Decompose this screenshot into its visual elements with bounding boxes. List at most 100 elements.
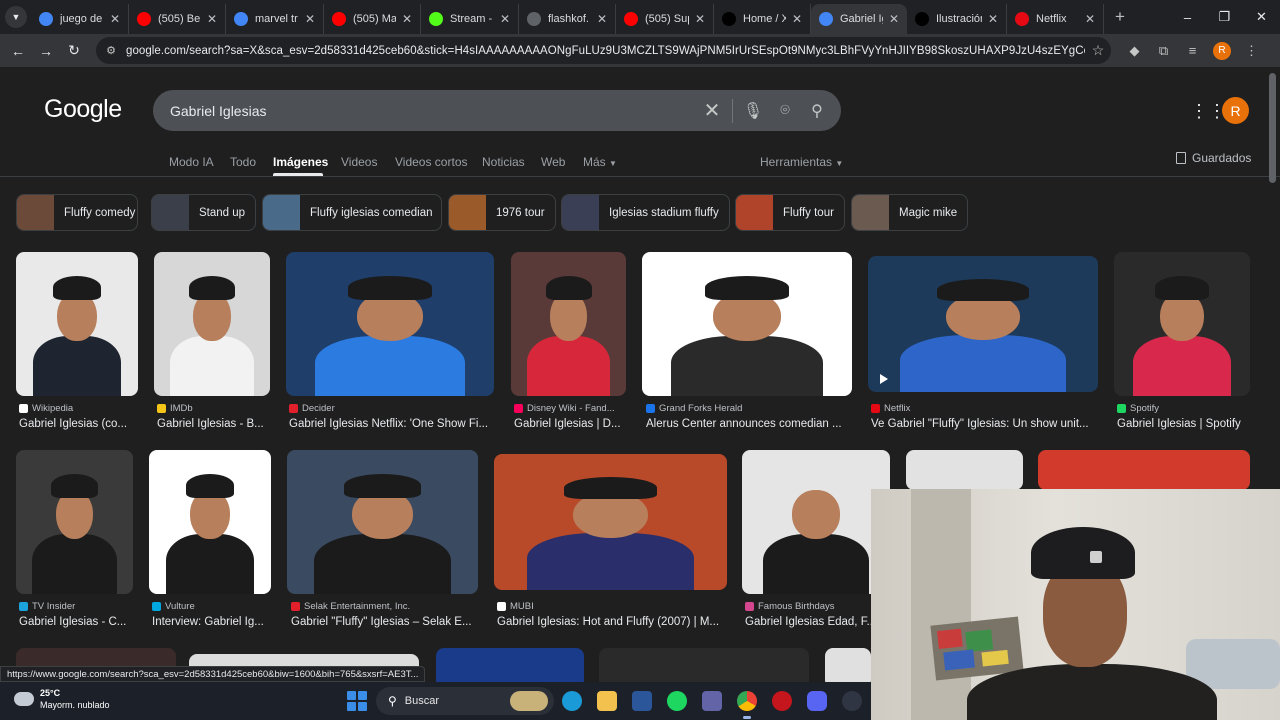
lens-icon[interactable]: ⌾ (769, 102, 801, 120)
close-tab-icon[interactable]: ✕ (108, 12, 122, 26)
tab-videos[interactable]: Videos (341, 155, 377, 169)
address-bar[interactable]: ⚙ google.com/search?sa=X&sca_esv=2d58331… (96, 37, 1111, 64)
result-title[interactable]: Gabriel "Fluffy" Iglesias – Selak E... (291, 616, 472, 628)
result-title[interactable]: Ve Gabriel "Fluffy" Iglesias: Un show un… (871, 418, 1089, 430)
result-source[interactable]: Selak Entertainment, Inc. (291, 601, 410, 612)
new-tab-button[interactable]: + (1108, 5, 1132, 29)
chrome-icon[interactable] (737, 691, 757, 719)
browser-tab[interactable]: Gabriel Ig ✕ (811, 4, 907, 34)
result-source[interactable]: Disney Wiki - Fand... (514, 403, 615, 414)
result-image-partial[interactable] (1038, 450, 1250, 490)
page-scrollbar[interactable] (1269, 73, 1276, 183)
profile-avatar[interactable]: R (1213, 41, 1231, 60)
browser-tab[interactable]: (505) Sup ✕ (616, 4, 714, 34)
account-avatar[interactable]: R (1222, 97, 1249, 124)
app-red-icon[interactable] (772, 691, 792, 711)
forward-icon[interactable]: → (32, 37, 60, 65)
browser-tab[interactable]: Netflix ✕ (1007, 4, 1104, 34)
discord-icon[interactable] (807, 691, 827, 711)
result-source[interactable]: IMDb (157, 403, 193, 414)
bookmark-star-icon[interactable]: ☆ (1085, 42, 1111, 59)
tab-videos-cortos[interactable]: Videos cortos (395, 155, 468, 169)
result-image[interactable] (16, 252, 138, 396)
result-source[interactable]: Grand Forks Herald (646, 403, 742, 414)
maximize-icon[interactable]: ❐ (1206, 0, 1243, 34)
result-image[interactable] (149, 450, 271, 594)
result-title[interactable]: Alerus Center announces comedian ... (646, 418, 842, 430)
close-tab-icon[interactable]: ✕ (303, 12, 317, 26)
result-source[interactable]: Spotify (1117, 403, 1159, 414)
result-title[interactable]: Interview: Gabriel Ig... (152, 616, 264, 628)
browser-tab[interactable]: Stream - ✕ (421, 4, 519, 34)
search-input[interactable]: Gabriel Iglesias (153, 103, 696, 119)
windows-start-icon[interactable] (347, 691, 367, 711)
taskbar-search[interactable]: ⚲ Buscar (376, 687, 554, 715)
related-chip[interactable]: Fluffy tour (735, 194, 845, 231)
close-tab-icon[interactable]: ✕ (693, 12, 707, 26)
browser-tab[interactable]: Ilustración ✕ (907, 4, 1007, 34)
browser-tab[interactable]: (505) Ben ✕ (129, 4, 226, 34)
close-tab-icon[interactable]: ✕ (498, 12, 512, 26)
teams-icon[interactable] (702, 691, 722, 711)
close-tab-icon[interactable]: ✕ (400, 12, 414, 26)
site-info-icon[interactable]: ⚙ (100, 40, 122, 62)
close-tab-icon[interactable]: ✕ (986, 12, 1000, 26)
minimize-icon[interactable]: – (1169, 0, 1206, 34)
result-image[interactable] (494, 454, 727, 590)
url-text[interactable]: google.com/search?sa=X&sca_esv=2d58331d4… (126, 45, 1085, 57)
browser-tab[interactable]: (505) Mar ✕ (324, 4, 421, 34)
tab-modo-ia[interactable]: Modo IA (169, 155, 214, 169)
result-image[interactable] (16, 450, 133, 594)
result-source[interactable]: Decider (289, 403, 335, 414)
browser-tab[interactable]: marvel tr ✕ (226, 4, 324, 34)
result-image[interactable] (742, 450, 890, 594)
media-control-icon[interactable]: ≡ (1178, 37, 1207, 64)
close-tab-icon[interactable]: ✕ (887, 12, 901, 26)
reload-icon[interactable]: ↻ (60, 37, 88, 65)
result-source[interactable]: Wikipedia (19, 403, 73, 414)
close-tab-icon[interactable]: ✕ (790, 12, 804, 26)
result-title[interactable]: Gabriel Iglesias | Spotify (1117, 418, 1241, 430)
related-chip[interactable]: Stand up (151, 194, 256, 231)
extensions-puzzle-icon[interactable]: ⧉ (1149, 37, 1178, 64)
result-title[interactable]: Gabriel Iglesias Netflix: 'One Show Fi..… (289, 418, 488, 430)
microphone-icon[interactable]: 🎙 (737, 101, 769, 121)
result-image[interactable] (511, 252, 626, 396)
menu-kebab-icon[interactable]: ⋮ (1237, 37, 1266, 64)
result-source[interactable]: Famous Birthdays (745, 601, 835, 612)
file-explorer-icon[interactable] (597, 691, 617, 711)
result-image[interactable] (1114, 252, 1250, 396)
result-title[interactable]: Gabriel Iglesias - B... (157, 418, 264, 430)
browser-tab[interactable]: flashkof. ✕ (519, 4, 616, 34)
close-tab-icon[interactable]: ✕ (1083, 12, 1097, 26)
search-bar[interactable]: Gabriel Iglesias ✕ 🎙 ⌾ ⚲ (153, 90, 841, 131)
related-chip[interactable]: Fluffy comedy (16, 194, 138, 231)
word-icon[interactable] (632, 691, 652, 711)
tab-mas[interactable]: Más ▼ (583, 155, 617, 169)
result-image[interactable] (286, 252, 494, 396)
google-logo[interactable]: Google (44, 95, 122, 124)
result-title[interactable]: Gabriel Iglesias - C... (19, 616, 126, 628)
clear-icon[interactable]: ✕ (696, 98, 728, 123)
tab-imagenes[interactable]: Imágenes (273, 155, 328, 169)
result-title[interactable]: Gabriel Iglesias Edad, F... (745, 616, 876, 628)
result-source[interactable]: Netflix (871, 403, 910, 414)
result-source[interactable]: TV Insider (19, 601, 75, 612)
browser-tab[interactable]: juego de ✕ (31, 4, 129, 34)
result-title[interactable]: Gabriel Iglesias | D... (514, 418, 621, 430)
result-source[interactable]: Vulture (152, 601, 195, 612)
saved-button[interactable]: Guardados (1176, 151, 1251, 165)
back-icon[interactable]: ← (4, 37, 32, 65)
result-source[interactable]: MUBI (497, 601, 534, 612)
browser-tab[interactable]: Home / X ✕ (714, 4, 811, 34)
tools-button[interactable]: Herramientas ▼ (760, 155, 843, 169)
result-title[interactable]: Gabriel Iglesias: Hot and Fluffy (2007) … (497, 616, 719, 628)
edge-icon[interactable] (562, 691, 582, 711)
related-chip[interactable]: Iglesias stadium fluffy (561, 194, 730, 231)
spotify-icon[interactable] (667, 691, 687, 711)
search-icon[interactable]: ⚲ (801, 101, 833, 121)
related-chip[interactable]: Magic mike (851, 194, 968, 231)
result-image-partial[interactable] (906, 450, 1023, 490)
tab-todo[interactable]: Todo (230, 155, 256, 169)
related-chip[interactable]: Fluffy iglesias comedian (262, 194, 442, 231)
